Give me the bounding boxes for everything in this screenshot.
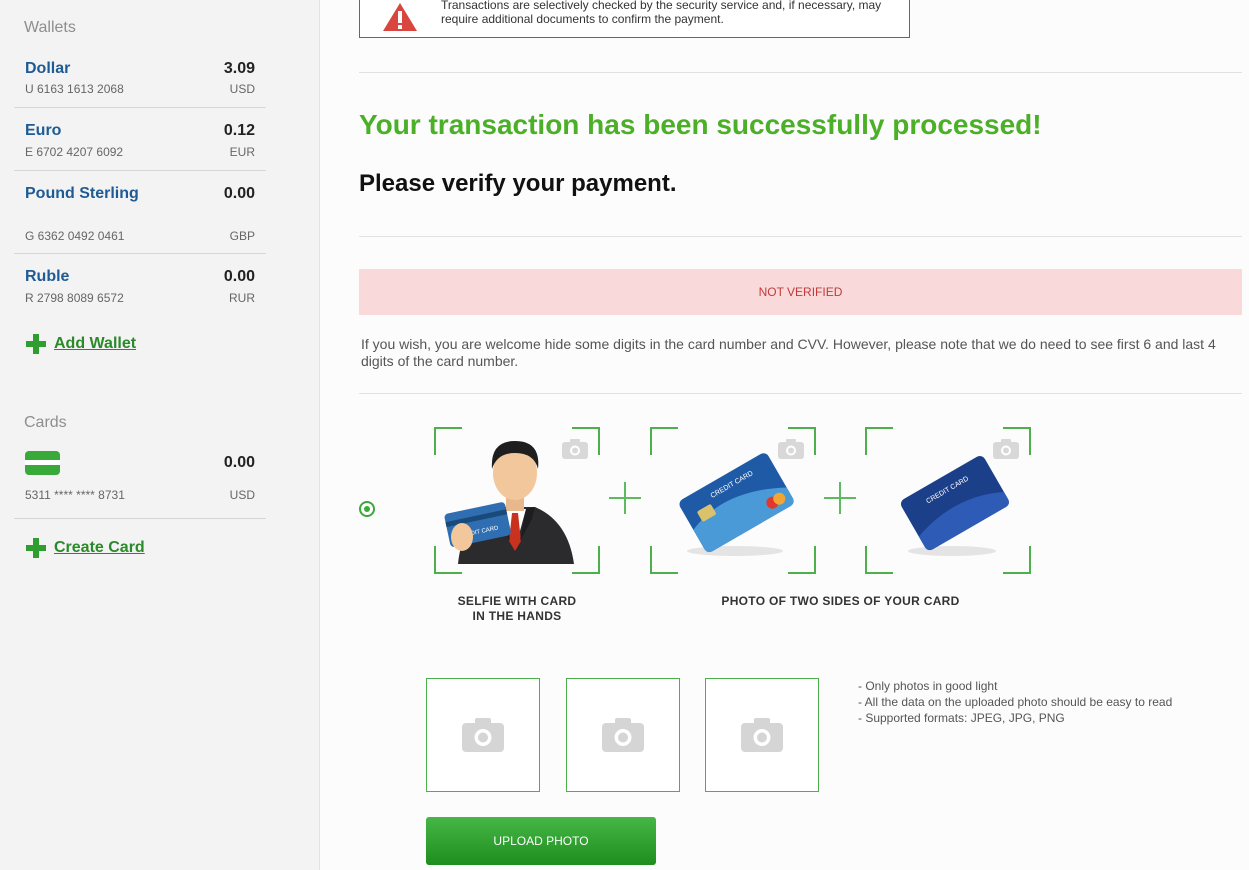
card-front-frame: CREDIT CARD <box>650 427 816 574</box>
upload-photo-button[interactable]: UPLOAD PHOTO <box>426 817 656 865</box>
wallet-item-euro[interactable]: Euro 0.12 E 6702 4207 6092 EUR <box>14 120 266 171</box>
create-card-link[interactable]: Create Card <box>26 538 145 558</box>
upload-slot-3[interactable] <box>705 678 819 792</box>
cards-title: Cards <box>24 414 67 431</box>
upload-rules: - Only photos in good light - All the da… <box>858 678 1172 726</box>
camera-icon <box>602 718 644 752</box>
camera-icon <box>741 718 783 752</box>
upload-slot-1[interactable] <box>426 678 540 792</box>
wallet-name: Pound Sterling <box>25 185 139 202</box>
warning-text: Transactions are selectively checked by … <box>441 0 882 26</box>
card-back-frame: CREDIT CARD <box>865 427 1031 574</box>
wallet-number: U 6163 1613 2068 <box>25 82 124 96</box>
wallet-balance: 0.00 <box>223 185 255 202</box>
wallet-number: R 2798 8089 6572 <box>25 291 124 305</box>
card-caption: PHOTO OF TWO SIDES OF YOUR CARD <box>721 594 960 608</box>
wallet-currency: GBP <box>229 229 255 243</box>
plus-icon <box>26 538 46 558</box>
card-number: 5311 **** **** 8731 <box>25 488 125 502</box>
divider <box>359 72 1242 73</box>
verification-option-radio[interactable] <box>359 501 375 517</box>
wallet-balance: 0.00 <box>223 268 255 285</box>
selfie-person-illustration: CREDIT CARD <box>444 441 574 564</box>
divider <box>359 236 1242 237</box>
warning-box: Transactions are selectively checked by … <box>359 0 910 38</box>
wallet-currency: USD <box>229 82 255 96</box>
rule-item: - Only photos in good light <box>858 679 998 693</box>
plus-sign-icon <box>609 482 641 514</box>
sidebar: Wallets Dollar 3.09 U 6163 1613 2068 USD… <box>0 0 320 870</box>
card-front-illustration: CREDIT CARD <box>679 453 794 556</box>
main-content: Transactions are selectively checked by … <box>320 0 1249 870</box>
wallet-number: G 6362 0492 0461 <box>25 229 125 243</box>
wallet-item-ruble[interactable]: Ruble 0.00 R 2798 8089 6572 RUR <box>14 266 266 312</box>
verify-title: Please verify your payment. <box>359 170 677 197</box>
status-text: NOT VERIFIED <box>758 285 843 299</box>
wallet-currency: EUR <box>229 145 255 159</box>
card-currency: USD <box>229 488 255 502</box>
wallet-item-pound-sterling[interactable]: Pound Sterling 0.00 G 6362 0492 0461 GBP <box>14 183 266 254</box>
divider <box>359 393 1242 394</box>
rule-item: - All the data on the uploaded photo sho… <box>858 695 1173 709</box>
wallet-name: Ruble <box>25 268 70 285</box>
create-card-label: Create Card <box>54 539 145 556</box>
success-title: Your transaction has been successfully p… <box>359 109 1042 140</box>
rule-item: - Supported formats: JPEG, JPG, PNG <box>858 711 1065 725</box>
wallet-item-dollar[interactable]: Dollar 3.09 U 6163 1613 2068 USD <box>14 58 266 108</box>
camera-icon <box>462 718 504 752</box>
wallets-title: Wallets <box>24 19 76 36</box>
selfie-frame: CREDIT CARD <box>434 427 600 574</box>
status-banner: NOT VERIFIED <box>359 269 1242 315</box>
card-balance: 0.00 <box>223 454 255 471</box>
plus-icon <box>26 334 46 354</box>
wallet-balance: 3.09 <box>223 60 255 77</box>
card-item[interactable]: 0.00 5311 **** **** 8731 USD <box>14 452 266 519</box>
wallet-balance: 0.12 <box>223 122 255 139</box>
add-wallet-label: Add Wallet <box>54 335 137 352</box>
wallet-number: E 6702 4207 6092 <box>25 145 124 159</box>
plus-sign-icon <box>824 482 856 514</box>
upload-slot-2[interactable] <box>566 678 680 792</box>
card-back-illustration: CREDIT CARD <box>900 456 1010 556</box>
add-wallet-link[interactable]: Add Wallet <box>26 334 136 354</box>
wallet-name: Dollar <box>25 60 71 77</box>
warning-icon <box>383 3 417 31</box>
wallet-currency: RUR <box>229 291 255 305</box>
wallet-name: Euro <box>25 122 62 139</box>
selfie-caption: SELFIE WITH CARD IN THE HANDS <box>457 594 577 623</box>
info-text: If you wish, you are welcome hide some d… <box>361 336 1216 369</box>
